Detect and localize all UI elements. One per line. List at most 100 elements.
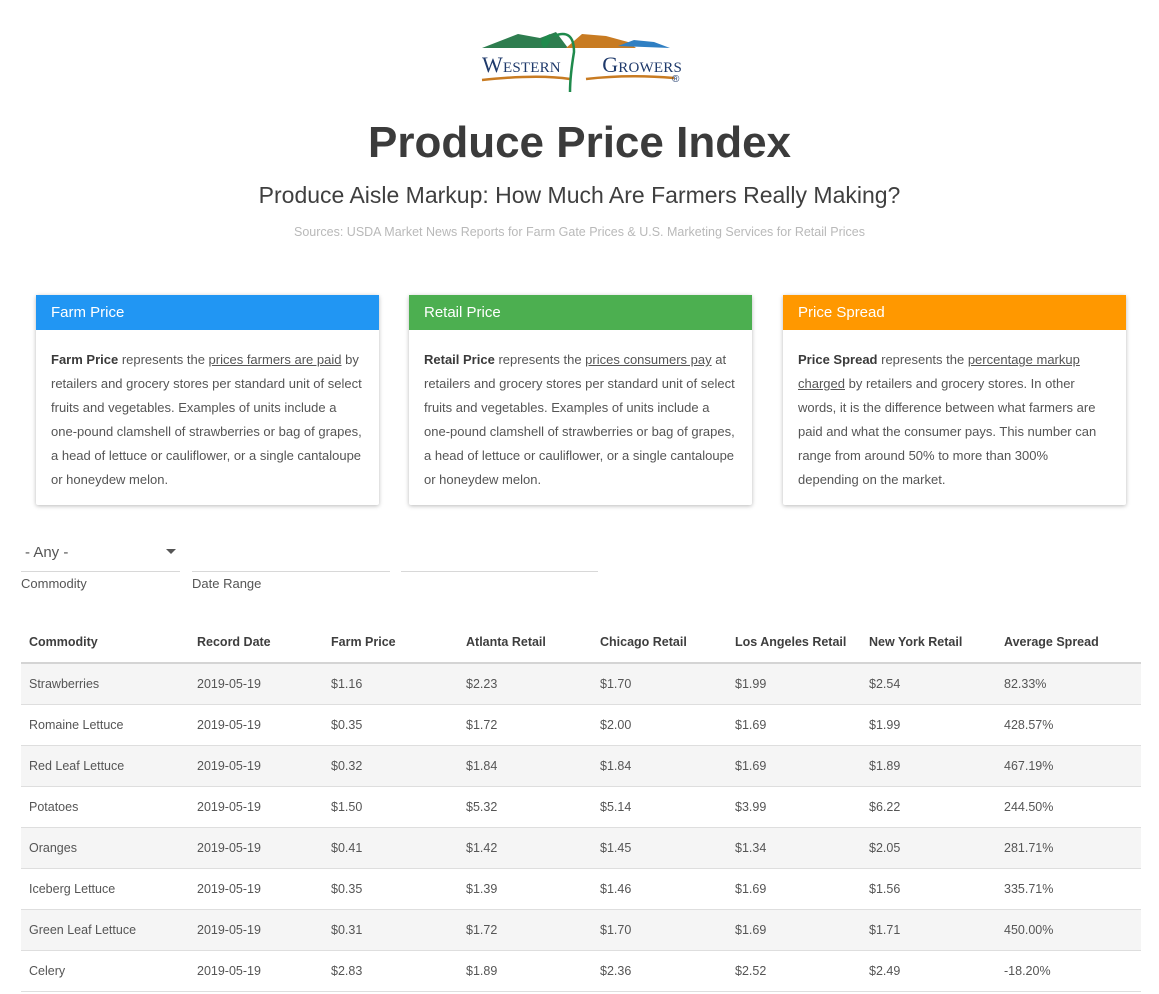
table-body: Strawberries 2019-05-19 $1.16 $2.23 $1.70 $1.… <box>21 663 1141 992</box>
table-cell: Potatoes <box>21 786 189 828</box>
table-cell: 281.71% <box>996 827 1141 869</box>
card-price-spread: Price Spread Price Spread represents the… <box>783 295 1126 505</box>
table-cell: $1.70 <box>592 663 727 705</box>
column-header[interactable]: Chicago Retail <box>592 622 727 664</box>
card-text: represents the <box>877 352 968 367</box>
column-header[interactable]: Atlanta Retail <box>458 622 592 664</box>
column-header[interactable]: Commodity <box>21 622 189 664</box>
table-cell: $0.41 <box>323 827 458 869</box>
column-header[interactable]: Average Spread <box>996 622 1141 664</box>
table-row: Oranges 2019-05-19 $0.41 $1.42 $1.45 $1.34 $2.… <box>21 827 1141 869</box>
table-header-row: Commodity Record Date Farm Price Atlanta… <box>21 622 1141 664</box>
card-body: Retail Price represents the prices consu… <box>409 330 752 492</box>
card-term: Retail Price <box>424 352 495 367</box>
table-cell: $2.83 <box>323 950 458 992</box>
table-cell: $1.71 <box>861 909 996 951</box>
card-term: Price Spread <box>798 352 878 367</box>
table-cell: $2.05 <box>861 827 996 869</box>
table-row: Romaine Lettuce 2019-05-19 $0.35 $1.72 $2.00… <box>21 704 1141 746</box>
table-cell: 2019-05-19 <box>189 868 323 910</box>
table-cell: $1.42 <box>458 827 592 869</box>
card-link: prices consumers pay <box>585 352 712 367</box>
table-cell: Oranges <box>21 827 189 869</box>
table-row: Potatoes 2019-05-19 $1.50 $5.32 $5.14 $3.99 $6… <box>21 786 1141 828</box>
table-cell: $1.89 <box>861 745 996 787</box>
table-cell: $0.35 <box>323 704 458 746</box>
page: Western Growers ® Produce Price Index Pr… <box>0 0 1159 994</box>
card-title: Price Spread <box>783 295 1126 330</box>
card-title: Retail Price <box>409 295 752 330</box>
table-cell: $1.45 <box>592 827 727 869</box>
date-range-start-input[interactable] <box>192 540 390 572</box>
table-cell: $2.49 <box>861 950 996 992</box>
table-cell: $0.31 <box>323 909 458 951</box>
page-subtitle: Produce Aisle Markup: How Much Are Farme… <box>258 182 901 208</box>
sources-note: Sources: USDA Market News Reports for Fa… <box>293 225 865 239</box>
table-row: Green Leaf Lettuce 2019-05-19 $0.31 $1.72 $1… <box>21 909 1141 951</box>
table-cell: $1.99 <box>727 663 861 705</box>
table-cell: Celery <box>21 950 189 992</box>
table-cell: $2.54 <box>861 663 996 705</box>
table-cell: $1.84 <box>592 745 727 787</box>
commodity-select-value: - Any - <box>25 544 69 561</box>
table-row: Strawberries 2019-05-19 $1.16 $2.23 $1.70 $1.… <box>21 663 1141 705</box>
card-text: represents the <box>118 352 209 367</box>
logo-word-growers: Growers <box>602 52 682 77</box>
column-header[interactable]: Los Angeles Retail <box>727 622 861 664</box>
table-cell: $1.16 <box>323 663 458 705</box>
registered-mark: ® <box>672 74 680 85</box>
chevron-down-icon <box>166 549 176 554</box>
card-body: Price Spread represents the percentage m… <box>783 330 1126 492</box>
commodity-label: Commodity <box>21 576 87 591</box>
table-cell: $1.39 <box>458 868 592 910</box>
table-cell: $1.69 <box>727 868 861 910</box>
card-title: Farm Price <box>36 295 379 330</box>
table-cell: 2019-05-19 <box>189 663 323 705</box>
table-cell: $1.46 <box>592 868 727 910</box>
table-cell: 82.33% <box>996 663 1141 705</box>
table-cell: Green Leaf Lettuce <box>21 909 189 951</box>
table-cell: $3.99 <box>727 786 861 828</box>
card-retail-price: Retail Price Retail Price represents the… <box>409 295 752 505</box>
table-cell: 2019-05-19 <box>189 950 323 992</box>
table-cell: $2.36 <box>592 950 727 992</box>
table-cell: Strawberries <box>21 663 189 705</box>
table-row: Red Leaf Lettuce 2019-05-19 $0.32 $1.84 $1.8… <box>21 745 1141 787</box>
table-cell: $2.52 <box>727 950 861 992</box>
table-cell: $2.00 <box>592 704 727 746</box>
table-cell: 2019-05-19 <box>189 786 323 828</box>
table-cell: $1.89 <box>458 950 592 992</box>
table-cell: $1.72 <box>458 909 592 951</box>
column-header[interactable]: New York Retail <box>861 622 996 664</box>
table-cell: $1.56 <box>861 868 996 910</box>
table-row: Celery 2019-05-19 $2.83 $1.89 $2.36 $2.52 $2.4… <box>21 950 1141 992</box>
table-cell: 2019-05-19 <box>189 704 323 746</box>
table-cell: $1.84 <box>458 745 592 787</box>
table-cell: $1.69 <box>727 909 861 951</box>
column-header[interactable]: Record Date <box>189 622 323 664</box>
table-cell: $2.23 <box>458 663 592 705</box>
commodity-select[interactable]: - Any - <box>21 540 180 572</box>
date-range-end-input[interactable] <box>401 540 598 572</box>
table-cell: 450.00% <box>996 909 1141 951</box>
table-cell: -18.20% <box>996 950 1141 992</box>
western-growers-logo[interactable]: Western Growers ® <box>478 26 688 96</box>
logo-word-western: Western <box>482 52 561 77</box>
table-cell: $1.99 <box>861 704 996 746</box>
page-title: Produce Price Index <box>367 118 792 167</box>
logo-text: Western Growers <box>482 52 682 78</box>
table-cell: Red Leaf Lettuce <box>21 745 189 787</box>
table-cell: 467.19% <box>996 745 1141 787</box>
table-row: Iceberg Lettuce 2019-05-19 $0.35 $1.39 $1.46… <box>21 868 1141 910</box>
table-cell: 2019-05-19 <box>189 745 323 787</box>
table-cell: Romaine Lettuce <box>21 704 189 746</box>
column-header[interactable]: Farm Price <box>323 622 458 664</box>
card-term: Farm Price <box>51 352 119 367</box>
card-farm-price: Farm Price Farm Price represents the pri… <box>36 295 379 505</box>
table-cell: 428.57% <box>996 704 1141 746</box>
price-table: Commodity Record Date Farm Price Atlanta… <box>21 622 1141 992</box>
table-cell: $1.50 <box>323 786 458 828</box>
table-cell: 2019-05-19 <box>189 827 323 869</box>
table-cell: $1.70 <box>592 909 727 951</box>
table-cell: $1.69 <box>727 704 861 746</box>
